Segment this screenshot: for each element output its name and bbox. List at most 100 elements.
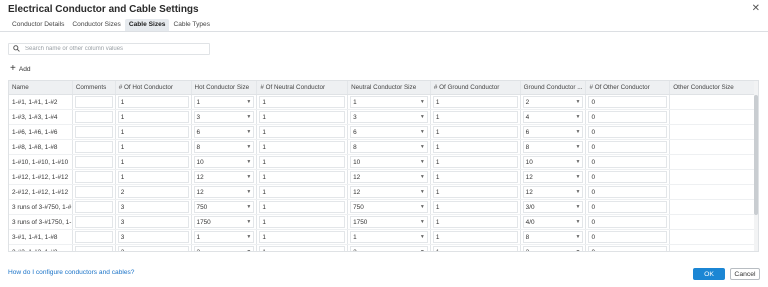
chevron-down-icon[interactable]: ▼ <box>576 189 581 195</box>
cell-comments-input[interactable] <box>74 141 113 153</box>
chevron-down-icon[interactable]: ▼ <box>420 99 425 105</box>
tab-cable-types[interactable]: Cable Types <box>169 19 214 31</box>
cancel-button[interactable]: Cancel <box>730 268 760 280</box>
cell-comments-input[interactable] <box>74 246 113 251</box>
table-row[interactable]: 2-#12, 1-#12, 1-#12 2 12 ▼ 1 12 ▼ 1 12 ▼ 0 <box>9 185 758 200</box>
cell-other-count-input[interactable]: 0 <box>588 216 668 228</box>
table-row[interactable]: 1-#1, 1-#1, 1-#2 1 1 ▼ 1 1 ▼ 1 2 ▼ 0 <box>9 95 758 110</box>
cell-ground-count-input[interactable]: 1 <box>432 216 518 228</box>
cell-ground-count-input[interactable]: 1 <box>432 246 518 251</box>
chevron-down-icon[interactable]: ▼ <box>246 144 251 150</box>
chevron-down-icon[interactable]: ▼ <box>576 159 581 165</box>
header-hot-size[interactable]: Hot Conductor Size <box>192 81 258 94</box>
chevron-down-icon[interactable]: ▼ <box>246 234 251 240</box>
header-neutral-size[interactable]: Neutral Conductor Size <box>348 81 431 94</box>
cell-name[interactable]: 3-#2, 1-#2, 1-#2 <box>9 245 73 251</box>
cell-name[interactable]: 1-#10, 1-#10, 1-#10 <box>9 155 73 169</box>
cell-hot-count-input[interactable]: 1 <box>117 156 189 168</box>
table-row[interactable]: 3-#2, 1-#2, 1-#2 3 2 ▼ 1 2 ▼ 1 2 ▼ 0 <box>9 245 758 251</box>
cell-comments-input[interactable] <box>74 231 113 243</box>
chevron-down-icon[interactable]: ▼ <box>420 159 425 165</box>
cell-name[interactable]: 1-#1, 1-#1, 1-#2 <box>9 95 73 109</box>
chevron-down-icon[interactable]: ▼ <box>420 144 425 150</box>
cell-ground-size-select[interactable]: 12 ▼ <box>522 171 584 183</box>
cell-ground-size-select[interactable]: 8 ▼ <box>522 141 584 153</box>
help-link[interactable]: How do I configure conductors and cables… <box>8 269 134 276</box>
header-name[interactable]: Name <box>9 81 73 94</box>
header-other-size[interactable]: Other Conductor Size <box>670 81 758 94</box>
table-row[interactable]: 1-#3, 1-#3, 1-#4 1 3 ▼ 1 3 ▼ 1 4 ▼ 0 <box>9 110 758 125</box>
table-row[interactable]: 1-#10, 1-#10, 1-#10 1 10 ▼ 1 10 ▼ 1 10 ▼ 0 <box>9 155 758 170</box>
cell-name[interactable]: 3-#1, 1-#1, 1-#8 <box>9 230 73 244</box>
cell-other-count-input[interactable]: 0 <box>588 186 668 198</box>
cell-name[interactable]: 3 runs of 3-#750, 1-# <box>9 200 73 214</box>
cell-neutral-count-input[interactable]: 1 <box>259 126 346 138</box>
cell-hot-size-select[interactable]: 12 ▼ <box>193 186 255 198</box>
cell-other-size[interactable] <box>670 230 758 244</box>
cell-name[interactable]: 1-#12, 1-#12, 1-#12 <box>9 170 73 184</box>
header-neutral-count[interactable]: # Of Neutral Conductor <box>257 81 349 94</box>
tab-conductor-sizes[interactable]: Conductor Sizes <box>68 19 124 31</box>
cell-other-size[interactable] <box>670 95 758 109</box>
chevron-down-icon[interactable]: ▼ <box>420 219 425 225</box>
chevron-down-icon[interactable]: ▼ <box>576 219 581 225</box>
table-row[interactable]: 3-#1, 1-#1, 1-#8 3 1 ▼ 1 1 ▼ 1 8 ▼ 0 <box>9 230 758 245</box>
cell-name[interactable]: 1-#8, 1-#8, 1-#8 <box>9 140 73 154</box>
cell-name[interactable]: 3 runs of 3-#1750, 1- <box>9 215 73 229</box>
tab-cable-sizes[interactable]: Cable Sizes <box>124 19 170 31</box>
cell-ground-size-select[interactable]: 4/0 ▼ <box>522 216 584 228</box>
cell-neutral-size-select[interactable]: 8 ▼ <box>350 141 428 153</box>
cell-ground-count-input[interactable]: 1 <box>432 126 518 138</box>
cell-comments-input[interactable] <box>74 186 113 198</box>
header-ground-count[interactable]: # Of Ground Conductor <box>431 81 521 94</box>
cell-other-count-input[interactable]: 0 <box>588 96 668 108</box>
cell-hot-size-select[interactable]: 3 ▼ <box>193 111 255 123</box>
cell-other-size[interactable] <box>670 140 758 154</box>
cell-hot-size-select[interactable]: 750 ▼ <box>193 201 255 213</box>
cell-other-size[interactable] <box>670 245 758 251</box>
cell-ground-size-select[interactable]: 6 ▼ <box>522 126 584 138</box>
close-icon[interactable]: ✕ <box>752 3 760 14</box>
chevron-down-icon[interactable]: ▼ <box>246 204 251 210</box>
search-box[interactable] <box>8 43 210 55</box>
cell-neutral-size-select[interactable]: 1 ▼ <box>350 231 428 243</box>
cell-comments-input[interactable] <box>74 156 113 168</box>
cell-other-size[interactable] <box>670 170 758 184</box>
header-ground-size[interactable]: Ground Conductor ... <box>521 81 587 94</box>
table-row[interactable]: 3 runs of 3-#750, 1-# 3 750 ▼ 1 750 ▼ 1 3/0 ▼ 0 <box>9 200 758 215</box>
cell-ground-count-input[interactable]: 1 <box>432 171 518 183</box>
cell-comments-input[interactable] <box>74 111 113 123</box>
cell-ground-count-input[interactable]: 1 <box>432 141 518 153</box>
cell-neutral-size-select[interactable]: 12 ▼ <box>350 171 428 183</box>
cell-ground-size-select[interactable]: 2 ▼ <box>522 246 584 251</box>
cell-comments-input[interactable] <box>74 96 113 108</box>
cell-neutral-size-select[interactable]: 12 ▼ <box>350 186 428 198</box>
cell-name[interactable]: 1-#3, 1-#3, 1-#4 <box>9 110 73 124</box>
chevron-down-icon[interactable]: ▼ <box>420 189 425 195</box>
table-row[interactable]: 1-#8, 1-#8, 1-#8 1 8 ▼ 1 8 ▼ 1 8 ▼ 0 <box>9 140 758 155</box>
cell-ground-count-input[interactable]: 1 <box>432 156 518 168</box>
cell-hot-size-select[interactable]: 6 ▼ <box>193 126 255 138</box>
cell-hot-count-input[interactable]: 3 <box>117 231 189 243</box>
chevron-down-icon[interactable]: ▼ <box>576 174 581 180</box>
cell-hot-count-input[interactable]: 2 <box>117 186 189 198</box>
cell-other-count-input[interactable]: 0 <box>588 111 668 123</box>
cell-other-count-input[interactable]: 0 <box>588 156 668 168</box>
cell-neutral-size-select[interactable]: 1750 ▼ <box>350 216 428 228</box>
cell-neutral-size-select[interactable]: 6 ▼ <box>350 126 428 138</box>
cell-other-size[interactable] <box>670 185 758 199</box>
cell-hot-count-input[interactable]: 3 <box>117 246 189 251</box>
chevron-down-icon[interactable]: ▼ <box>420 204 425 210</box>
cell-hot-count-input[interactable]: 1 <box>117 141 189 153</box>
cell-ground-count-input[interactable]: 1 <box>432 231 518 243</box>
cell-ground-size-select[interactable]: 4 ▼ <box>522 111 584 123</box>
cell-neutral-count-input[interactable]: 1 <box>259 186 346 198</box>
cell-name[interactable]: 1-#6, 1-#6, 1-#6 <box>9 125 73 139</box>
add-button[interactable]: + Add <box>10 64 31 74</box>
header-other-count[interactable]: # Of Other Conductor <box>586 81 671 94</box>
cell-ground-count-input[interactable]: 1 <box>432 186 518 198</box>
header-comments[interactable]: Comments <box>73 81 116 94</box>
header-hot-count[interactable]: # Of Hot Conductor <box>116 81 192 94</box>
chevron-down-icon[interactable]: ▼ <box>246 114 251 120</box>
chevron-down-icon[interactable]: ▼ <box>420 174 425 180</box>
